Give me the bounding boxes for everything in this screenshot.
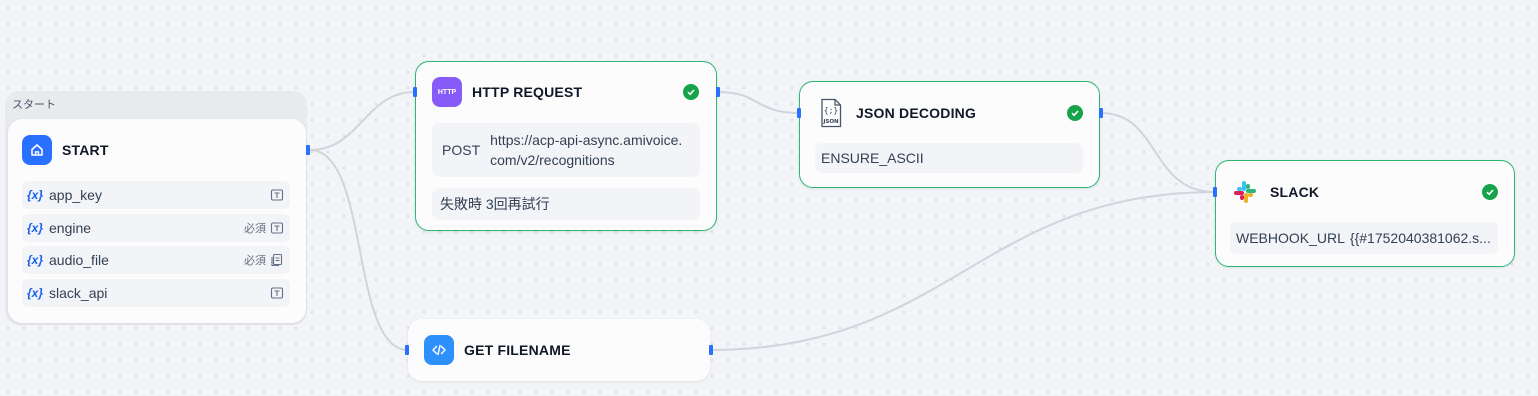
http-node-title: HTTP REQUEST xyxy=(472,84,583,100)
start-output-handle[interactable] xyxy=(306,145,310,155)
slack-node-title: SLACK xyxy=(1270,184,1320,200)
edge-start-http xyxy=(309,91,416,151)
variable-name: slack_api xyxy=(49,285,108,301)
http-url: https://acp-api-async.amivoice. com/v2/r… xyxy=(490,130,682,170)
home-icon xyxy=(22,135,52,165)
variable-name: app_key xyxy=(49,187,102,203)
http-output-handle[interactable] xyxy=(716,87,720,97)
json-node-header: {;} JSON JSON DECODING xyxy=(816,98,976,128)
success-check-icon xyxy=(1067,105,1083,121)
json-option-row: ENSURE_ASCII xyxy=(815,143,1083,173)
slack-input-handle[interactable] xyxy=(1213,187,1217,197)
variable-slack-api[interactable]: {x} slack_api xyxy=(22,279,290,307)
success-check-icon xyxy=(1482,184,1498,200)
http-url-line-1: https://acp-api-async.amivoice. xyxy=(490,132,683,148)
slack-node-header: SLACK xyxy=(1230,177,1319,207)
variable-audio-file[interactable]: {x} audio_file 必須 xyxy=(22,246,290,274)
variable-name: engine xyxy=(49,220,92,236)
variable-engine[interactable]: {x} engine 必須 xyxy=(22,214,290,242)
slack-webhook-row: WEBHOOK_URL {{#1752040381062.s... xyxy=(1230,222,1498,254)
slack-icon xyxy=(1230,177,1260,207)
variable-app-key[interactable]: {x} app_key xyxy=(22,181,290,209)
webhook-key: WEBHOOK_URL xyxy=(1236,230,1345,246)
variable-icon: {x} xyxy=(27,286,44,300)
edge-http-json xyxy=(717,91,800,114)
code-node-header: GET FILENAME xyxy=(424,335,571,365)
file-type-icon xyxy=(271,253,283,267)
http-node-header: HTTP HTTP REQUEST xyxy=(432,77,582,107)
start-node-title: START xyxy=(62,142,109,158)
code-node-title: GET FILENAME xyxy=(464,342,571,358)
required-label: 必須 xyxy=(244,255,266,267)
ensure-ascii-label: ENSURE_ASCII xyxy=(821,150,924,166)
success-check-icon xyxy=(683,84,699,100)
edge-code-slack xyxy=(709,191,1216,351)
json-file-icon: {;} JSON xyxy=(816,98,846,128)
svg-text:JSON: JSON xyxy=(822,119,839,125)
json-node-title: JSON DECODING xyxy=(856,105,977,121)
svg-text:{;}: {;} xyxy=(824,106,838,115)
edge-start-code xyxy=(309,149,409,351)
http-method: POST xyxy=(442,142,481,158)
json-input-handle[interactable] xyxy=(797,108,801,118)
variable-name: audio_file xyxy=(49,252,109,268)
start-group-label: スタート xyxy=(12,99,56,111)
http-retry-row: 失敗時 3回再試行 xyxy=(432,188,700,220)
http-input-handle[interactable] xyxy=(413,87,417,97)
http-url-row: POST https://acp-api-async.amivoice. com… xyxy=(432,123,700,177)
variable-icon: {x} xyxy=(27,188,44,202)
http-url-line-2: com/v2/recognitions xyxy=(490,152,615,168)
json-output-handle[interactable] xyxy=(1099,108,1103,118)
text-type-icon xyxy=(270,189,284,201)
text-type-icon xyxy=(270,222,284,234)
retry-text: 失敗時 3回再試行 xyxy=(440,196,550,212)
code-input-handle[interactable] xyxy=(405,345,409,355)
webhook-value: {{#1752040381062.s... xyxy=(1349,230,1491,246)
code-icon xyxy=(424,335,454,365)
start-node-header: START xyxy=(22,135,109,165)
variable-icon: {x} xyxy=(27,253,44,267)
http-icon: HTTP xyxy=(432,77,462,107)
edge-json-slack xyxy=(1100,112,1216,193)
code-output-handle[interactable] xyxy=(709,345,713,355)
required-label: 必須 xyxy=(244,223,266,235)
variable-icon: {x} xyxy=(27,221,44,235)
text-type-icon xyxy=(270,287,284,299)
